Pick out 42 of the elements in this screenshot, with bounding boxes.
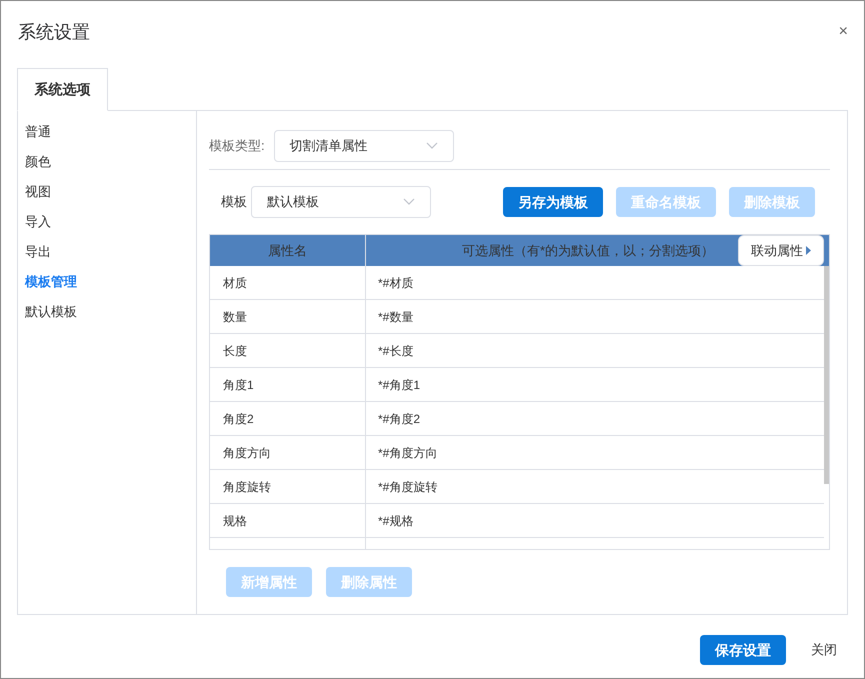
tab[interactable]: 系统选项: [17, 68, 108, 111]
field-label: 模板: [221, 193, 247, 212]
table-cell-text: *#数量: [377, 308, 414, 326]
linked-property-button[interactable]: 联动属性: [738, 235, 824, 266]
save-button[interactable]: 保存设置: [700, 635, 786, 665]
table-cell-text: *#规格: [377, 512, 414, 530]
field-label: 模板类型:: [209, 137, 265, 156]
column-header: 可选属性（有*的为默认值，以；分割选项）: [462, 242, 714, 260]
table-cell-text: *#角度1: [377, 376, 422, 394]
table-cell: 角度2: [210, 402, 366, 435]
dropdown-value: 切割清单属性: [290, 137, 368, 156]
action-button[interactable]: 另存为模板: [503, 187, 603, 217]
scrollbar[interactable]: [824, 266, 829, 484]
table-cell-text: *#长度: [377, 342, 414, 360]
column-header: 属性名: [210, 235, 366, 266]
close-button[interactable]: ×: [838, 20, 848, 44]
table-cell-text: *#材质: [377, 274, 414, 292]
table-cell: 数量: [210, 300, 366, 333]
sidebar-item[interactable]: 模板管理: [25, 267, 196, 297]
sidebar-item[interactable]: 导入: [25, 207, 196, 237]
sidebar-item[interactable]: 颜色: [25, 147, 196, 177]
sidebar-item[interactable]: 视图: [25, 177, 196, 207]
close-link[interactable]: 关闭: [811, 640, 837, 660]
sidebar-item[interactable]: 导出: [25, 237, 196, 267]
table-cell: 材质: [210, 266, 366, 299]
table-cell: 角度1: [210, 368, 366, 401]
table-cell-text: *#角度2: [377, 410, 422, 428]
dropdown[interactable]: 切割清单属性: [274, 130, 454, 162]
table-cell: 角度旋转: [210, 470, 366, 503]
chevron-down-icon: [403, 198, 415, 206]
table-cell: 规格: [210, 504, 366, 537]
chevron-down-icon: [426, 142, 438, 150]
table-cell-text: *#角度方向: [377, 444, 438, 462]
dropdown-value: 默认模板: [267, 193, 319, 212]
sidebar-item[interactable]: 默认模板: [25, 297, 196, 327]
dropdown[interactable]: 默认模板: [251, 186, 431, 218]
sidebar-item[interactable]: 普通: [25, 117, 196, 147]
table-cell: 角度方向: [210, 436, 366, 469]
table-cell: 长度: [210, 334, 366, 367]
window-title: 系统设置: [18, 20, 90, 44]
triangle-right-icon: [806, 246, 811, 255]
table-cell-text: *#角度旋转: [377, 478, 438, 496]
